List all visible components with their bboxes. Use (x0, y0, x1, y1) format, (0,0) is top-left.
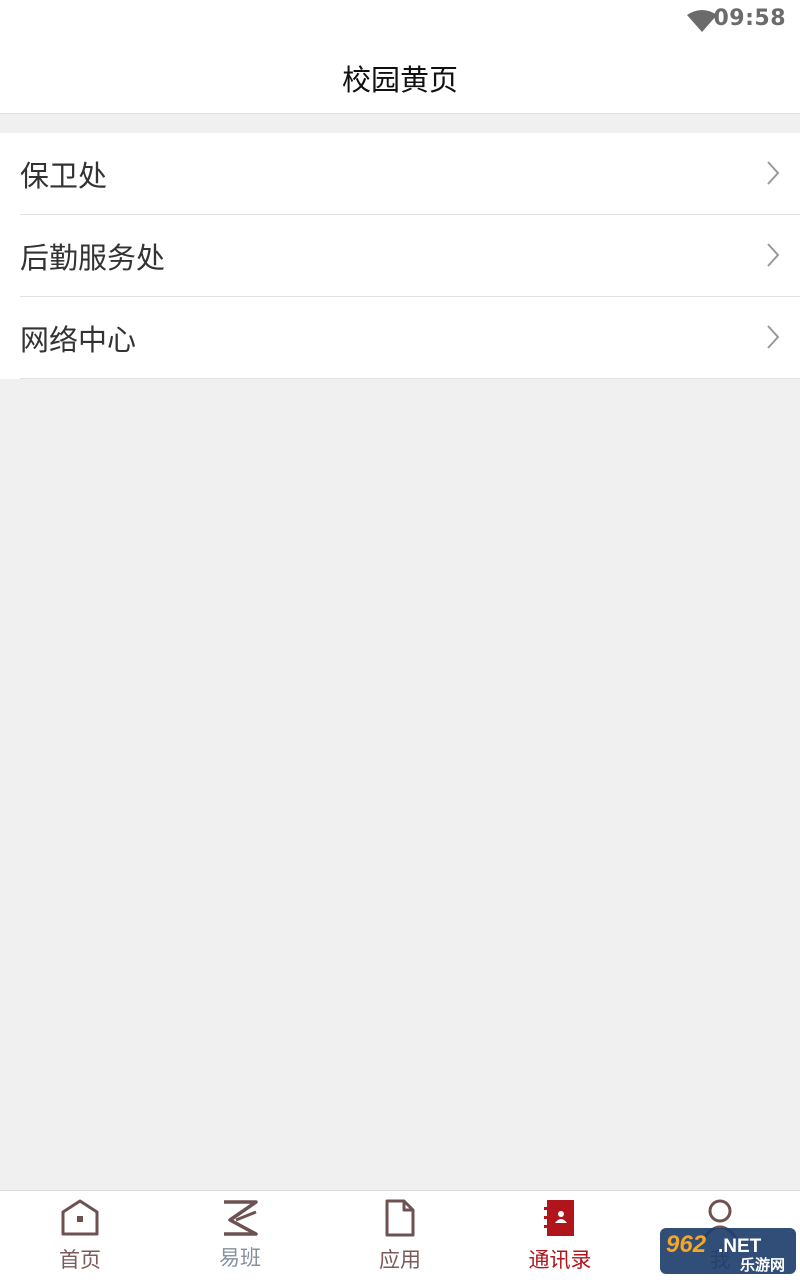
list-item-logistics-office[interactable]: 后勤服务处 (20, 215, 800, 297)
watermark-logo: 962 .NET 乐游网 (660, 1228, 796, 1274)
tab-label: 易班 (219, 1246, 261, 1270)
clock: 09:58 (713, 6, 786, 31)
yiban-logo-icon (224, 1200, 258, 1236)
contacts-book-icon (544, 1200, 574, 1236)
page-title: 校园黄页 (341, 62, 458, 97)
tab-label: 首页 (59, 1248, 101, 1272)
list-item-label: 保卫处 (20, 158, 108, 193)
tab-apps[interactable]: 应用 (320, 1191, 480, 1280)
title-bar: 校园黄页 (0, 42, 800, 114)
chevron-right-icon (767, 325, 780, 349)
tab-label: 通讯录 (528, 1248, 592, 1272)
document-icon (385, 1199, 415, 1237)
list-item-label: 后勤服务处 (20, 240, 166, 275)
home-icon (61, 1199, 99, 1236)
tab-contacts[interactable]: 通讯录 (480, 1191, 640, 1280)
list-item-network-center[interactable]: 网络中心 (20, 297, 800, 379)
list-item-label: 网络中心 (20, 322, 137, 357)
tab-home[interactable]: 首页 (0, 1191, 160, 1280)
chevron-right-icon (767, 161, 780, 185)
svg-text:.NET: .NET (718, 1236, 762, 1257)
svg-text:乐游网: 乐游网 (740, 1256, 785, 1274)
tab-yiban[interactable]: 易班 (160, 1191, 320, 1280)
svg-text:962: 962 (666, 1231, 707, 1258)
status-bar: 09:58 (0, 0, 800, 42)
tab-label: 应用 (379, 1248, 421, 1272)
directory-list: 保卫处 后勤服务处 网络中心 (0, 133, 800, 379)
chevron-right-icon (767, 243, 780, 267)
list-item-security-office[interactable]: 保卫处 (20, 133, 800, 215)
